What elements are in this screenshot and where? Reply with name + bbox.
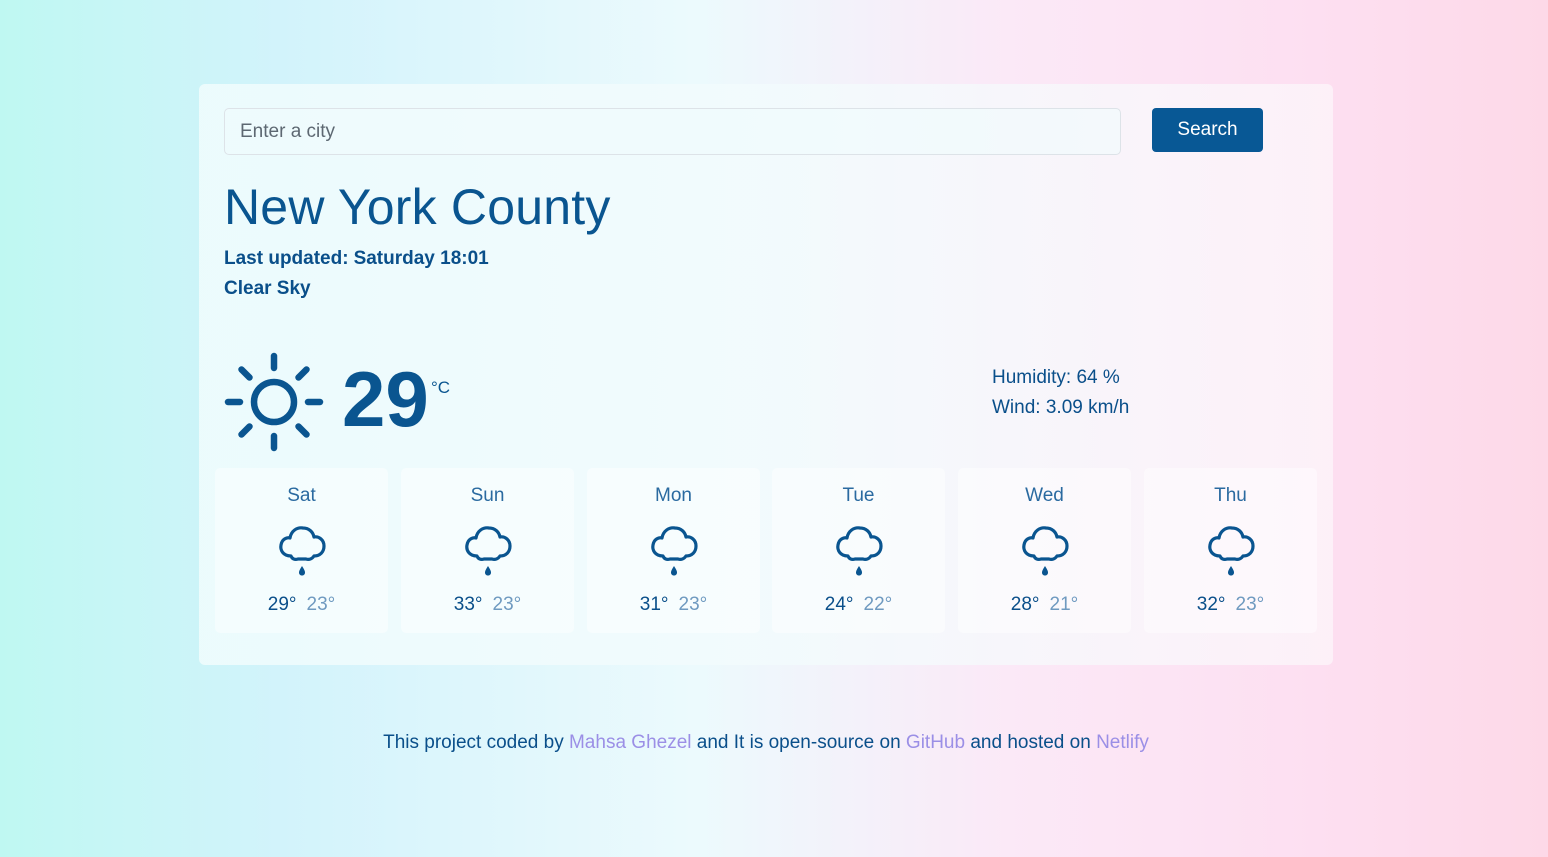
forecast-day-name: Sat <box>287 485 316 506</box>
forecast-max-temp: 31° <box>639 594 669 615</box>
forecast-row: Sat 29° 23° Sun 33° 23° Mon 31° 23° Tue … <box>215 468 1317 633</box>
forecast-day-tue: Tue 24° 22° <box>772 468 945 633</box>
forecast-day-name: Wed <box>1025 485 1064 506</box>
footer-text: and hosted on <box>970 732 1091 753</box>
forecast-day-name: Sun <box>470 485 505 506</box>
wind: Wind: 3.09 km/h <box>992 397 1130 418</box>
rain-cloud-icon <box>651 526 698 576</box>
forecast-min-temp: 23° <box>1235 594 1265 615</box>
forecast-temps: 29° 23° <box>215 594 388 616</box>
forecast-temps: 28° 21° <box>958 594 1131 616</box>
forecast-max-temp: 24° <box>824 594 854 615</box>
forecast-day-name: Tue <box>842 485 875 506</box>
rain-cloud-icon <box>836 526 883 576</box>
weather-description: Clear Sky <box>224 278 311 299</box>
footer: This project coded by Mahsa Ghezel and I… <box>0 732 1532 754</box>
forecast-temps: 33° 23° <box>401 594 574 616</box>
temperature-unit: °C <box>431 378 451 397</box>
forecast-max-temp: 28° <box>1010 594 1040 615</box>
last-updated: Last updated: Saturday 18:01 <box>224 248 489 270</box>
forecast-min-temp: 23° <box>678 594 708 615</box>
forecast-min-temp: 22° <box>863 594 893 615</box>
rain-cloud-icon <box>1208 526 1255 576</box>
forecast-max-temp: 29° <box>267 594 297 615</box>
last-updated-value: Saturday 18:01 <box>353 248 489 269</box>
last-updated-label: Last updated: <box>224 248 349 269</box>
forecast-temps: 32° 23° <box>1144 594 1317 616</box>
github-link[interactable]: GitHub <box>906 732 965 753</box>
rain-cloud-icon <box>465 526 512 576</box>
forecast-temps: 31° 23° <box>587 594 760 616</box>
author-link[interactable]: Mahsa Ghezel <box>569 732 692 753</box>
forecast-temps: 24° 22° <box>772 594 945 616</box>
weather-card: Search New York County Last updated:Satu… <box>199 84 1333 665</box>
current-temperature: 29 <box>342 355 429 443</box>
forecast-day-name: Mon <box>655 485 692 506</box>
forecast-max-temp: 33° <box>453 594 483 615</box>
city-search-input[interactable] <box>224 108 1121 155</box>
forecast-day-name: Thu <box>1214 485 1247 506</box>
forecast-max-temp: 32° <box>1196 594 1226 615</box>
forecast-day-wed: Wed 28° 21° <box>958 468 1131 633</box>
footer-text: This project coded by <box>383 732 564 753</box>
forecast-day-sun: Sun 33° 23° <box>401 468 574 633</box>
netlify-link[interactable]: Netlify <box>1096 732 1149 753</box>
city-name: New York County <box>224 179 611 235</box>
forecast-day-thu: Thu 32° 23° <box>1144 468 1317 633</box>
rain-cloud-icon <box>1022 526 1069 576</box>
footer-text: and It is open-source on <box>696 732 901 753</box>
rain-cloud-icon <box>279 526 326 576</box>
forecast-day-mon: Mon 31° 23° <box>587 468 760 633</box>
forecast-min-temp: 21° <box>1049 594 1079 615</box>
forecast-min-temp: 23° <box>492 594 522 615</box>
forecast-day-sat: Sat 29° 23° <box>215 468 388 633</box>
humidity: Humidity: 64 % <box>992 367 1120 388</box>
search-button[interactable]: Search <box>1152 108 1263 152</box>
forecast-min-temp: 23° <box>306 594 336 615</box>
sun-icon <box>224 352 324 452</box>
